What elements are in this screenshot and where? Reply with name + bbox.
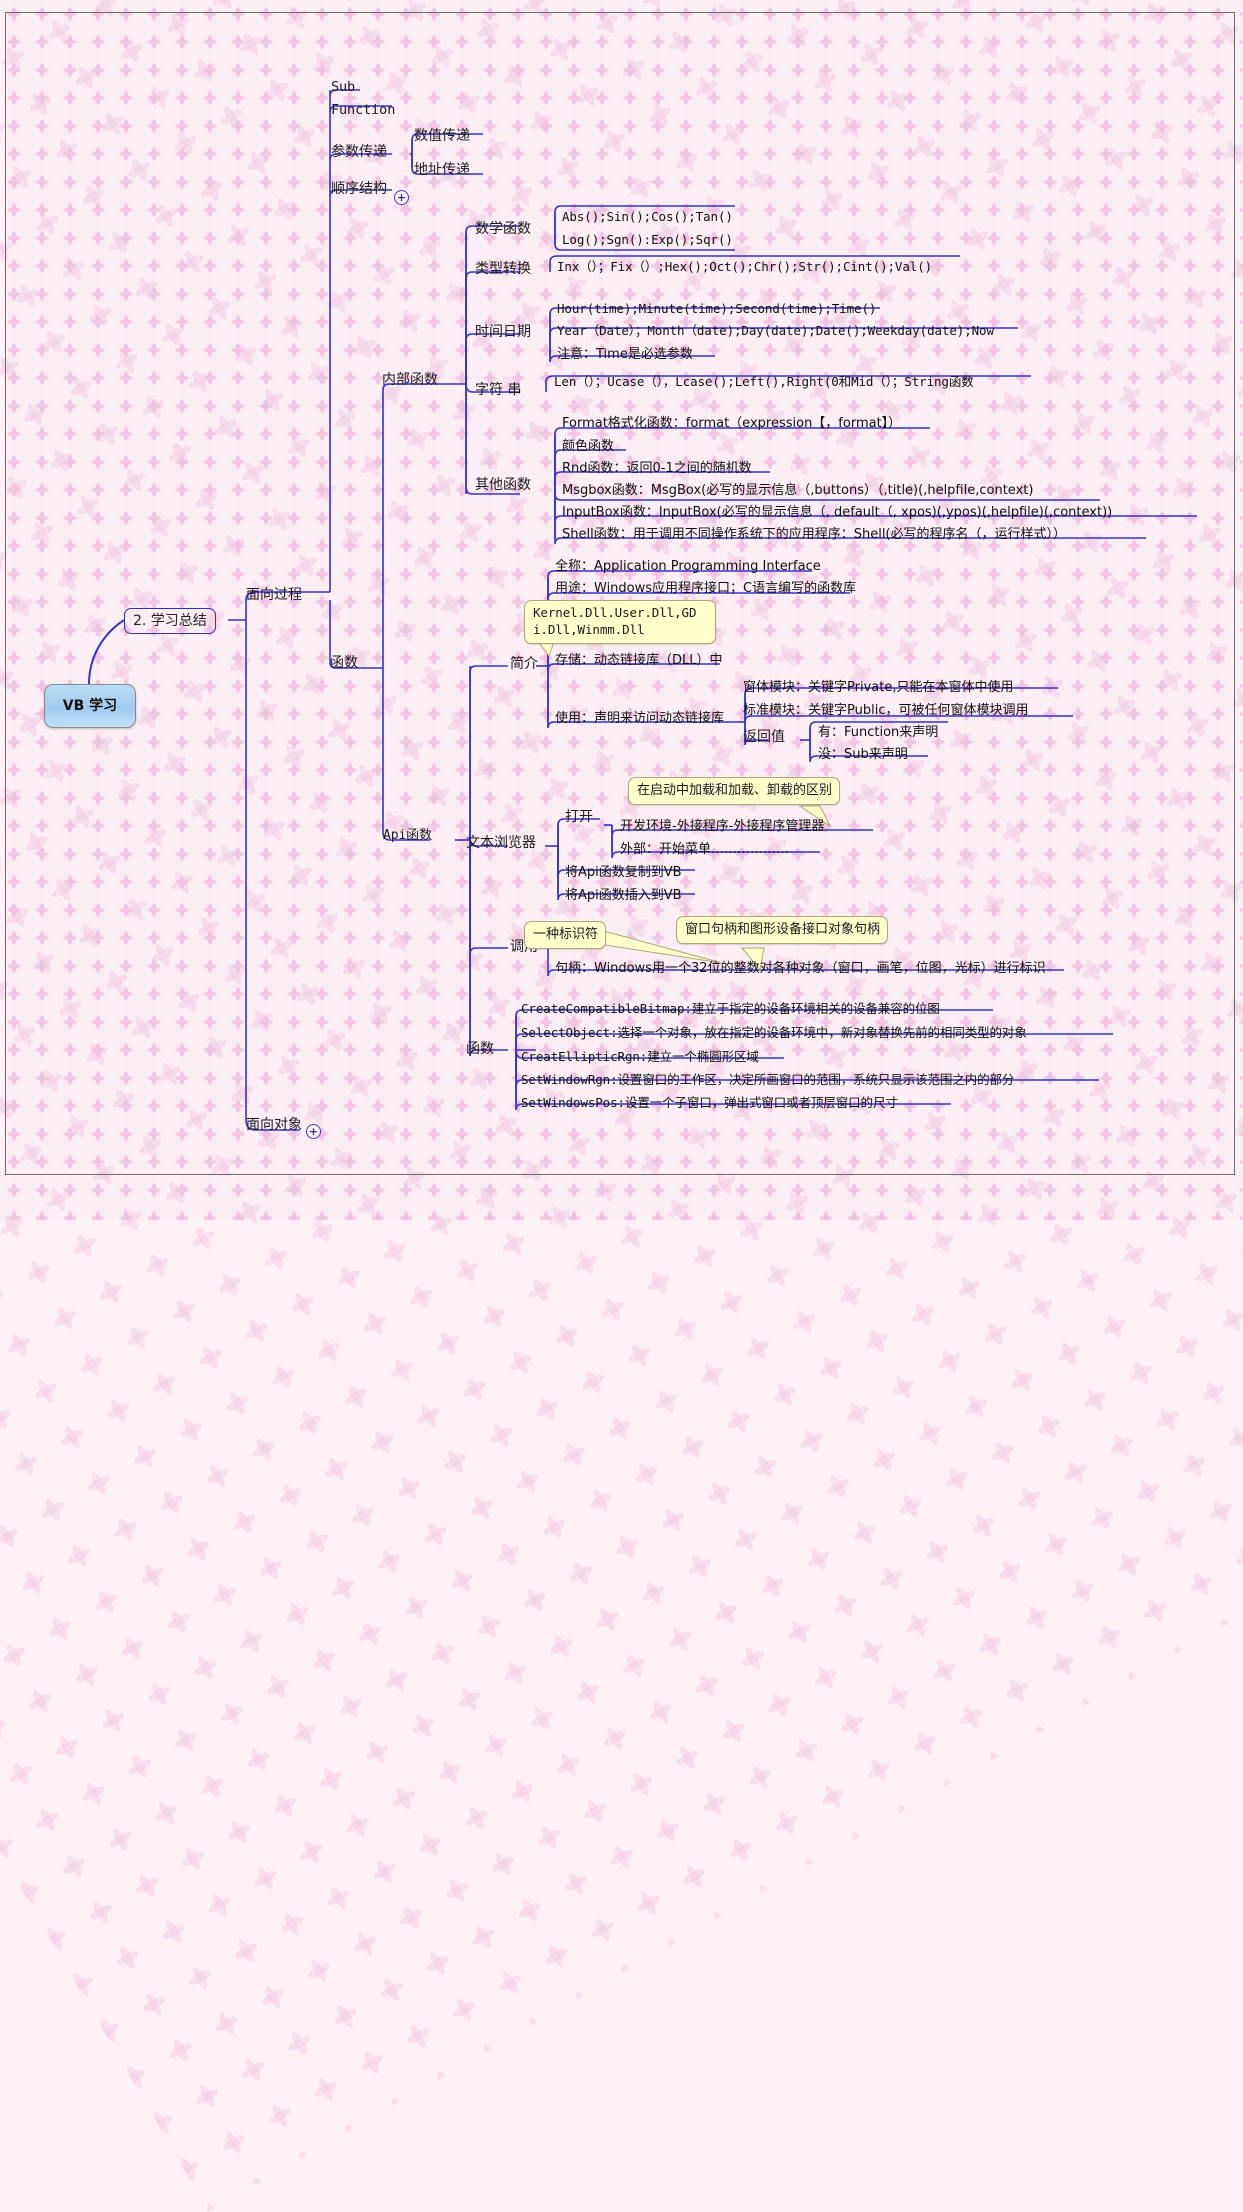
list-item[interactable]: 没：Sub来声明 xyxy=(818,748,908,761)
node-math-functions[interactable]: 数学函数 xyxy=(475,222,531,236)
list-item[interactable]: Rnd函数：返回0-1之间的随机数 xyxy=(562,462,752,475)
node-internal-functions[interactable]: 内部函数 xyxy=(382,373,438,387)
list-item[interactable]: CreateCompatibleBitmap:建立于指定的设备环境相关的设备兼容… xyxy=(521,1002,940,1016)
node-sub[interactable]: Sub xyxy=(331,80,355,95)
list-item[interactable]: CreatEllipticRgn:建立一个椭圆形区域 xyxy=(521,1050,759,1064)
list-item[interactable]: 句柄：Windows用一个32位的整数对各种对象（窗口，画笔，位图，光标）进行标… xyxy=(555,962,1046,975)
list-item[interactable]: 窗体模块：关键字Private,只能在本窗体中使用 xyxy=(743,681,1013,694)
list-item[interactable]: SetWindowRgn:设置窗口的工作区，决定所画窗口的范围，系统只显示该范围… xyxy=(521,1073,1014,1087)
node-by-reference[interactable]: 地址传递 xyxy=(414,163,470,177)
list-item[interactable]: 有：Function来声明 xyxy=(818,726,938,739)
list-item[interactable]: 存储：动态链接库（DLL）中 xyxy=(555,654,723,667)
node-return-value[interactable]: 返回值 xyxy=(743,730,785,744)
node-other-functions[interactable]: 其他函数 xyxy=(475,478,531,492)
callout-load-unload[interactable]: 在启动中加载和加载、卸载的区别 xyxy=(628,777,841,805)
branch-function[interactable]: 函数 xyxy=(330,656,358,670)
list-item[interactable]: 颜色函数 xyxy=(562,440,614,453)
callout-identifier[interactable]: 一种标识符 xyxy=(524,921,607,949)
expand-icon-object[interactable]: + xyxy=(306,1124,321,1139)
branch-process[interactable]: 面向过程 xyxy=(246,588,302,602)
node-string-functions[interactable]: 字符 串 xyxy=(475,383,521,397)
node-text-browser[interactable]: 文本浏览器 xyxy=(466,836,536,850)
root-node-label: VB 学习 xyxy=(62,698,118,714)
branch-api[interactable]: Api函数 xyxy=(383,829,432,842)
node-datetime-functions[interactable]: 时间日期 xyxy=(475,325,531,339)
list-item[interactable]: Len（）；Ucase（），Lcase();Left(),Right(0和Mid… xyxy=(554,375,974,389)
list-item[interactable]: 将Api函数复制到VB xyxy=(565,866,682,879)
node-type-conversion[interactable]: 类型转换 xyxy=(475,262,531,276)
list-item[interactable]: 全称：Application Programming Interface xyxy=(555,560,821,573)
list-item[interactable]: SelectObject:选择一个对象，放在指定的设备环境中，新对象替换先前的相… xyxy=(521,1026,1027,1040)
list-item[interactable]: 注意：Time是必选参数 xyxy=(557,348,693,361)
callout-window-handle[interactable]: 窗口句柄和图形设备接口对象句柄 xyxy=(676,916,889,944)
list-item[interactable]: Year（Date）；Month（date);Day(date);Date();… xyxy=(557,324,994,338)
list-item[interactable]: 标准模块：关键字Public，可被任何窗体模块调用 xyxy=(743,704,1028,717)
list-item[interactable]: 将Api函数插入到VB xyxy=(565,889,682,902)
node-api-intro[interactable]: 简介 xyxy=(510,657,538,671)
list-item[interactable]: 外部：开始菜单……………… xyxy=(620,843,789,856)
list-item[interactable]: Inx（）；Fix（）;Hex();Oct();Chr();Str();Cint… xyxy=(557,260,932,274)
list-item[interactable]: Abs();Sin();Cos();Tan() xyxy=(562,210,733,224)
node-api-functions[interactable]: 函数 xyxy=(466,1042,494,1056)
list-item[interactable]: 用途：Windows应用程序接口；C语言编写的函数库 xyxy=(555,582,856,595)
list-item[interactable]: SetWindowsPos:设置一个子窗口，弹出式窗口或者顶层窗口的尺寸 xyxy=(521,1096,898,1110)
node-function-keyword[interactable]: Function xyxy=(331,103,395,118)
node-open[interactable]: 打开 xyxy=(565,810,593,824)
branch-object[interactable]: 面向对象 xyxy=(246,1118,302,1132)
callout-dll-list[interactable]: Kernel.Dll.User.Dll,GD i.Dll,Winmm.Dll xyxy=(524,600,716,644)
chapter-node[interactable]: 2. 学习总结 xyxy=(124,608,216,634)
node-sequence-structure[interactable]: 顺序结构 xyxy=(331,182,387,196)
expand-icon-sequence[interactable]: + xyxy=(394,190,409,205)
list-item[interactable]: Log();Sgn():Exp();Sqr() xyxy=(562,233,733,247)
node-param-passing[interactable]: 参数传递 xyxy=(331,145,387,159)
list-item[interactable]: Hour(time);Minute(time);Second(time);Tim… xyxy=(557,302,876,316)
list-item[interactable]: 开发环境-外接程序-外接程序管理器 xyxy=(620,820,824,833)
chapter-node-label: 2. 学习总结 xyxy=(133,613,207,629)
list-item[interactable]: Format格式化函数：format（expression【，format】） xyxy=(562,417,901,430)
node-by-value[interactable]: 数值传递 xyxy=(414,129,470,143)
list-item[interactable]: InputBox函数：InputBox(必写的显示信息（, default（, … xyxy=(562,506,1112,519)
list-item[interactable]: 使用：声明来访问动态链接库 xyxy=(555,712,724,725)
list-item[interactable]: Shell函数：用于调用不同操作系统下的应用程序：Shell(必写的程序名（，运… xyxy=(562,528,1066,541)
list-item[interactable]: Msgbox函数：MsgBox(必写的显示信息（,buttons）（,title… xyxy=(562,484,1033,497)
root-node[interactable]: VB 学习 xyxy=(44,684,136,728)
